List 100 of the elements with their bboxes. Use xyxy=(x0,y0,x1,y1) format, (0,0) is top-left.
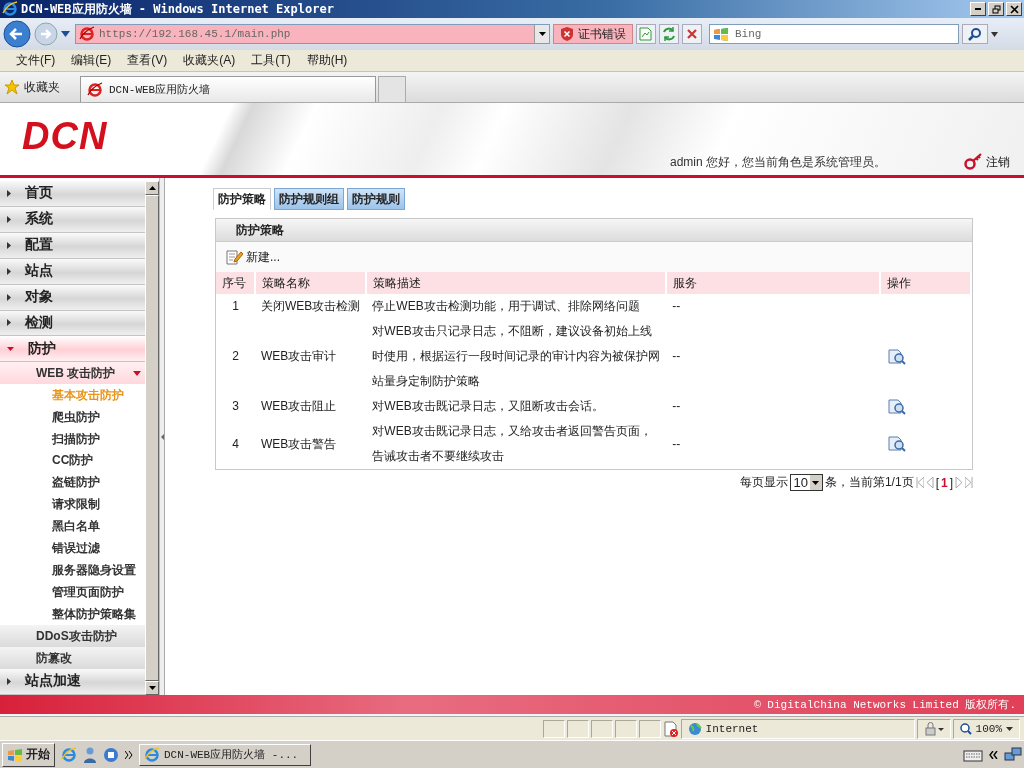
chevron-down-icon[interactable] xyxy=(991,31,998,37)
status-panel xyxy=(566,719,589,738)
keyboard-icon xyxy=(963,747,983,762)
sidebar-link[interactable]: 扫描防护 xyxy=(0,428,146,450)
bracket-text: [ xyxy=(935,475,939,490)
status-panel xyxy=(638,719,661,738)
menu-item[interactable]: 编辑(E) xyxy=(63,52,120,69)
protected-mode-button[interactable] xyxy=(916,718,951,739)
view-details-icon[interactable] xyxy=(888,398,907,415)
new-button[interactable]: 新建... xyxy=(216,242,972,272)
compatibility-button[interactable] xyxy=(636,24,656,44)
security-zone[interactable]: Internet xyxy=(680,718,915,739)
sidebar-item[interactable]: 站点 xyxy=(0,258,146,285)
user-icon[interactable] xyxy=(83,746,97,763)
per-page-select[interactable]: 10 xyxy=(790,474,823,491)
sidebar-item[interactable]: 首页 xyxy=(0,181,146,207)
expand-tray-icon[interactable] xyxy=(989,750,998,759)
table-cell: -- xyxy=(666,294,881,319)
sidebar-item[interactable]: 对象 xyxy=(0,284,146,311)
scrollbar[interactable] xyxy=(145,181,160,695)
tab[interactable]: 防护策略 xyxy=(213,188,271,210)
globe-icon xyxy=(687,721,702,736)
favorites-button[interactable]: 收藏夹 xyxy=(4,78,76,96)
sidebar-link[interactable]: 整体防护策略集 xyxy=(0,603,146,626)
caret-right-icon xyxy=(7,319,11,327)
menu-item[interactable]: 工具(T) xyxy=(243,52,299,69)
certificate-error-button[interactable]: 证书错误 xyxy=(553,24,633,44)
window-title: DCN-WEB应用防火墙 - Windows Internet Explorer xyxy=(21,0,335,18)
column-header: 操作 xyxy=(880,272,971,294)
url-text: https://192.168.45.1/main.php xyxy=(99,28,292,40)
column-header: 序号 xyxy=(216,272,255,294)
table-cell-text: -- xyxy=(671,398,682,415)
close-icon xyxy=(1009,4,1019,14)
more-chevron-icon[interactable] xyxy=(125,750,133,759)
sidebar-link[interactable]: 盗链防护 xyxy=(0,471,146,494)
splitter-handle[interactable] xyxy=(159,178,164,695)
minimize-icon xyxy=(975,8,981,10)
stop-button[interactable] xyxy=(682,24,702,44)
view-details-icon[interactable] xyxy=(888,436,907,452)
menu-item[interactable]: 收藏夹(A) xyxy=(175,52,244,69)
table-cell-text: -- xyxy=(671,435,682,453)
caret-right-icon xyxy=(7,189,11,197)
greeting-text: admin 您好，您当前角色是系统管理员。 xyxy=(669,154,886,171)
sidebar-subitem[interactable]: DDoS攻击防护 xyxy=(0,625,146,648)
menu-item[interactable]: 文件(F) xyxy=(8,52,64,69)
restore-button[interactable] xyxy=(988,2,1004,16)
tab[interactable]: 防护规则组 xyxy=(274,188,344,210)
page-number[interactable]: 1 xyxy=(940,475,948,490)
minimize-button[interactable] xyxy=(970,2,986,16)
zoom-button[interactable]: 100% xyxy=(952,718,1020,739)
dropdown-arrow-icon[interactable] xyxy=(538,32,546,36)
caret-right-icon xyxy=(7,241,11,249)
column-header: 策略描述 xyxy=(366,272,667,294)
back-button[interactable] xyxy=(3,20,31,48)
edit-note-icon xyxy=(226,249,243,265)
sidebar-subitem[interactable]: 防篡改 xyxy=(0,647,146,670)
table-cell-text: 4 xyxy=(231,435,240,453)
sidebar-item[interactable]: 站点加速 xyxy=(0,669,146,695)
taskbar-window-button[interactable]: DCN-WEB应用防火墙 -... xyxy=(139,743,311,766)
refresh-button[interactable] xyxy=(659,24,679,44)
table-cell-text: WEB攻击警告 xyxy=(260,435,338,453)
page-icon xyxy=(79,26,95,42)
start-button[interactable]: 开始 xyxy=(2,742,55,767)
sidebar-link[interactable]: 错误过滤 xyxy=(0,537,146,560)
sidebar-link[interactable]: CC防护 xyxy=(0,449,146,472)
sidebar-item[interactable]: 检测 xyxy=(0,310,146,337)
sidebar-item[interactable]: 系统 xyxy=(0,206,146,233)
sidebar-link[interactable]: 服务器隐身设置 xyxy=(0,559,146,582)
menu-item[interactable]: 帮助(H) xyxy=(298,52,356,69)
history-dropdown-icon[interactable] xyxy=(61,31,70,37)
restore-icon xyxy=(991,4,1001,14)
scroll-up-icon[interactable] xyxy=(148,186,156,190)
page-icon xyxy=(87,81,103,98)
column-header: 策略名称 xyxy=(255,272,367,294)
lock-icon xyxy=(923,721,944,736)
ie-logo-icon xyxy=(2,1,18,17)
close-button[interactable] xyxy=(1006,2,1022,16)
scroll-down-icon[interactable] xyxy=(148,686,156,690)
view-details-icon[interactable] xyxy=(888,348,907,365)
sidebar-item[interactable]: 防护 xyxy=(0,336,146,363)
copyright-text: © DigitalChina Networks Limited 版权所有. xyxy=(754,698,1016,712)
search-field[interactable]: Bing xyxy=(709,24,959,44)
sidebar-link[interactable]: 爬虫防护 xyxy=(0,406,146,429)
media-icon[interactable] xyxy=(103,746,119,763)
logout-link[interactable]: 注销 xyxy=(964,153,1010,171)
browser-tab[interactable]: DCN-WEB应用防火墙 xyxy=(80,76,376,102)
sidebar-link[interactable]: 请求限制 xyxy=(0,493,146,516)
windows-flag-icon xyxy=(7,747,23,762)
caret-right-icon xyxy=(7,215,11,223)
menu-item[interactable]: 查看(V) xyxy=(119,52,176,69)
address-field[interactable]: https://192.168.45.1/main.php xyxy=(75,24,550,44)
sidebar-link[interactable]: 黑白名单 xyxy=(0,515,146,538)
search-button[interactable] xyxy=(962,24,988,44)
search-input[interactable]: Bing xyxy=(733,27,937,41)
caret-right-icon xyxy=(7,293,11,301)
status-panel xyxy=(542,719,565,738)
sidebar-subitem[interactable]: WEB 攻击防护 xyxy=(0,362,146,385)
sidebar-link[interactable]: 管理页面防护 xyxy=(0,581,146,604)
tab[interactable]: 防护规则 xyxy=(347,188,405,210)
sidebar-item[interactable]: 配置 xyxy=(0,232,146,259)
